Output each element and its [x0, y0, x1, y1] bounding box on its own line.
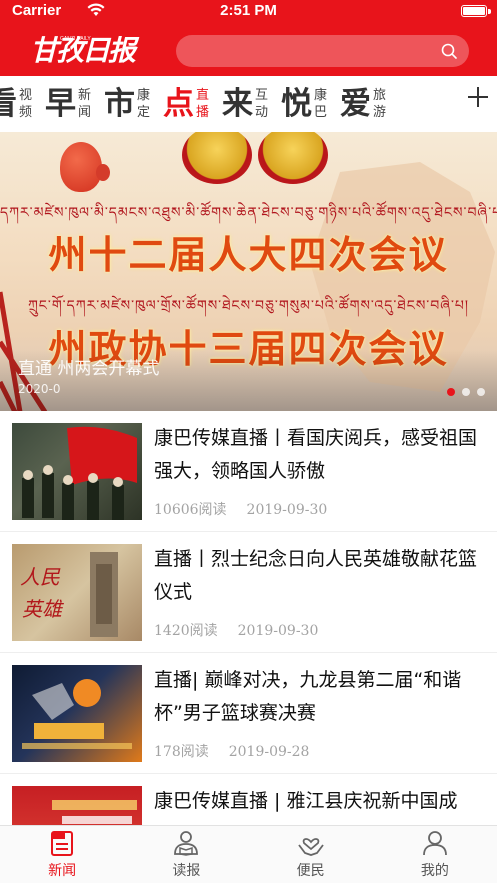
category-small-label: 旅游 — [373, 88, 387, 120]
news-list: 康巴传媒直播丨看国庆阅兵，感受祖国强大，领略国人骄傲 10606阅读 2019-0… — [0, 411, 497, 883]
newspaper-icon — [51, 831, 74, 856]
carousel-dot[interactable] — [477, 388, 485, 396]
balloon-graphic-small — [96, 164, 110, 181]
category-small-label: 视频 — [19, 88, 33, 120]
battery-tip — [488, 9, 491, 14]
status-bar: Carrier 2:51 PM — [0, 0, 497, 24]
news-read-count: 1420阅读 — [154, 623, 218, 639]
news-read-count: 178阅读 — [154, 744, 209, 760]
category-morning-news[interactable]: 早 新闻 — [45, 86, 94, 122]
category-video[interactable]: 看 视频 — [0, 86, 35, 122]
nav-fade — [447, 76, 461, 132]
bottom-tab-bar: 新闻 读报 便民 我的 — [0, 825, 497, 883]
banner-headline-1: 州十二届人大四次会议 — [48, 233, 449, 277]
news-title: 直播| 巅峰对决，九龙县第二届“和谐杯”男子篮球赛决赛 — [154, 669, 462, 724]
news-title: 康巴传媒直播丨看国庆阅兵，感受祖国强大，领略国人骄傲 — [154, 427, 478, 482]
tab-reader[interactable]: 读报 — [124, 826, 248, 883]
news-meta: 10606阅读 2019-09-30 — [154, 499, 327, 519]
carousel-dot[interactable] — [447, 388, 455, 396]
svg-text:英雄: 英雄 — [22, 597, 64, 621]
category-nav: 看 视频 早 新闻 市 康定 点 直播 来 互动 悦 康巴 爱 旅游 — [0, 76, 497, 132]
news-date: 2019-09-30 — [246, 502, 328, 518]
heart-hands-icon — [297, 838, 324, 856]
news-title: 康巴传媒直播 | 雅江县庆祝新中国成 — [154, 790, 458, 812]
tab-profile[interactable]: 我的 — [373, 826, 497, 883]
banner-carousel[interactable]: དཀར་མཛེས་ཁུལ་མི་དམངས་འཐུས་མི་ཚོགས་ཆེན་ཐེ… — [0, 132, 497, 411]
category-kangba[interactable]: 悦 康巴 — [281, 86, 330, 122]
carousel-dots — [447, 388, 485, 396]
category-big-char: 市 — [104, 86, 135, 122]
person-icon — [422, 831, 447, 856]
category-kangding[interactable]: 市 康定 — [104, 86, 153, 122]
reader-icon — [174, 831, 199, 856]
category-big-char: 早 — [45, 86, 76, 122]
tab-label: 读报 — [172, 863, 201, 879]
tab-news[interactable]: 新闻 — [0, 826, 124, 883]
plus-icon[interactable] — [467, 86, 489, 108]
national-emblem-icon — [182, 132, 252, 184]
news-date: 2019-09-28 — [228, 744, 310, 760]
tab-services[interactable]: 便民 — [249, 826, 373, 883]
search-icon[interactable] — [441, 43, 457, 59]
tab-label: 便民 — [296, 863, 325, 879]
category-list: 看 视频 早 新闻 市 康定 点 直播 来 互动 悦 康巴 爱 旅游 — [0, 76, 399, 132]
news-item[interactable]: 直播| 巅峰对决，九龙县第二届“和谐杯”男子篮球赛决赛 178阅读 2019-09… — [0, 653, 497, 774]
carousel-dot[interactable] — [462, 388, 470, 396]
category-big-char: 点 — [163, 86, 194, 122]
category-small-label: 新闻 — [78, 88, 92, 120]
category-small-label: 康巴 — [314, 88, 328, 120]
news-meta: 1420阅读 2019-09-30 — [154, 620, 318, 640]
logo-small-text: GANZI DAILY — [60, 36, 91, 42]
news-thumbnail: 人民 英雄 — [12, 544, 142, 641]
search-input[interactable] — [176, 35, 469, 67]
category-live[interactable]: 点 直播 — [163, 86, 212, 122]
news-item[interactable]: 人民 英雄 直播丨烈士纪念日向人民英雄敬献花篮仪式 1420阅读 2019-09-… — [0, 532, 497, 653]
category-small-label: 康定 — [137, 88, 151, 120]
category-small-label: 互动 — [255, 88, 269, 120]
battery-icon — [461, 5, 487, 17]
category-big-char: 爱 — [340, 86, 371, 122]
category-big-char: 悦 — [281, 86, 312, 122]
news-read-count: 10606阅读 — [154, 502, 227, 518]
tab-label: 新闻 — [48, 863, 77, 879]
category-travel[interactable]: 爱 旅游 — [340, 86, 389, 122]
news-title: 直播丨烈士纪念日向人民英雄敬献花篮仪式 — [154, 548, 478, 603]
banner-caption-date: 2020-0 — [18, 382, 61, 396]
app-logo: 甘孜日报 GANZI DAILY — [30, 34, 136, 66]
app-header: Carrier 2:51 PM 甘孜日报 GANZI DAILY — [0, 0, 497, 76]
balloon-graphic — [60, 142, 102, 192]
tab-label: 我的 — [420, 863, 449, 879]
status-time: 2:51 PM — [220, 2, 277, 19]
svg-text:人民: 人民 — [20, 565, 61, 589]
category-small-label: 直播 — [196, 88, 210, 120]
news-thumbnail — [12, 665, 142, 762]
news-thumbnail — [12, 423, 142, 520]
banner-caption: 直通 州两会开幕式 — [18, 359, 160, 379]
category-big-char: 来 — [222, 86, 253, 122]
news-date: 2019-09-30 — [237, 623, 319, 639]
category-big-char: 看 — [0, 86, 17, 122]
news-meta: 178阅读 2019-09-28 — [154, 741, 309, 761]
category-interactive[interactable]: 来 互动 — [222, 86, 271, 122]
news-item[interactable]: 康巴传媒直播丨看国庆阅兵，感受祖国强大，领略国人骄傲 10606阅读 2019-0… — [0, 411, 497, 532]
